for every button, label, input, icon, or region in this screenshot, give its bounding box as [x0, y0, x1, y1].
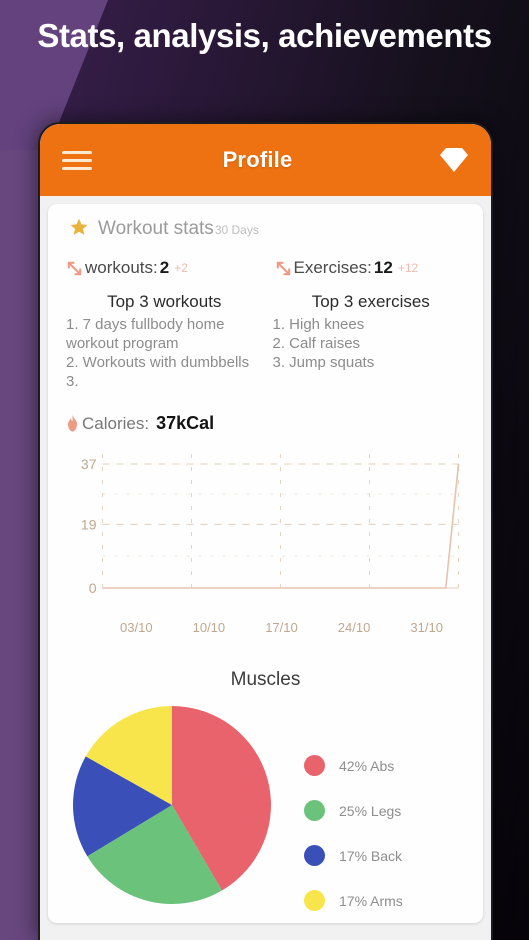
trend-arrow-icon [276, 261, 290, 275]
profile-scroll-body[interactable]: Workout stats 30 Days workouts: 2 +2 Exe… [40, 196, 491, 940]
flame-icon [68, 415, 77, 432]
x-tick-label: 10/10 [192, 620, 226, 636]
metric-workouts-label: workouts: [85, 258, 158, 277]
legend-item-legs: 25% Legs [304, 788, 403, 833]
legend-color-swatch [304, 755, 325, 777]
svg-text:0: 0 [89, 580, 97, 596]
diamond-gem-icon[interactable] [439, 147, 469, 173]
stats-card-header: Workout stats 30 Days [48, 218, 483, 240]
x-tick-label: 24/10 [337, 620, 371, 636]
svg-text:19: 19 [81, 517, 97, 533]
workout-stats-card: Workout stats 30 Days workouts: 2 +2 Exe… [48, 204, 483, 924]
legend-label: 17% Arms [339, 892, 403, 909]
stats-period-label: 30 Days [214, 223, 259, 237]
top-workouts-list: Top 3 workouts 1. 7 days fullbody home w… [66, 292, 273, 391]
metric-exercises-delta: +12 [397, 261, 419, 275]
x-tick-label: 31/10 [410, 620, 443, 636]
muscles-chart-title: Muscles [230, 669, 301, 691]
top-lists-row: Top 3 workouts 1. 7 days fullbody home w… [48, 292, 483, 391]
pie-chart-svg [73, 706, 271, 905]
legend-item-abs: 42% Abs [304, 743, 403, 788]
top-exercises-items: 1. High knees 2. Calf raises 3. Jump squ… [273, 315, 470, 372]
pie-chart-legend: 42% Abs 25% Legs 17% Back 17% Arms [304, 743, 403, 923]
metric-workouts-delta: +2 [174, 261, 188, 275]
promo-headline: Stats, analysis, achievements [37, 17, 492, 54]
legend-color-swatch [304, 845, 325, 867]
page-title: Profile [222, 147, 293, 172]
list-item: 2. Workouts with dumbbells [66, 354, 250, 372]
legend-item-arms: 17% Arms [304, 878, 403, 923]
legend-color-swatch [304, 890, 325, 912]
legend-label: 25% Legs [339, 802, 402, 819]
legend-color-swatch [304, 800, 325, 822]
metrics-row: workouts: 2 +2 Exercises: 12 +12 [48, 258, 483, 278]
top-workouts-heading: Top 3 workouts [107, 292, 222, 311]
legend-item-back: 17% Back [304, 833, 403, 878]
promo-screenshot: Stats, analysis, achievements Profile Wo… [0, 0, 529, 940]
calories-value: 37kCal [156, 413, 215, 434]
legend-label: 17% Back [339, 847, 403, 864]
list-item: 3. [66, 373, 79, 391]
star-icon [70, 218, 88, 235]
calories-line-chart: 0 19 37 03/10 10/10 17/10 24/10 31/10 [48, 450, 483, 635]
top-exercises-list: Top 3 exercises 1. High knees 2. Calf ra… [273, 292, 470, 391]
line-chart-x-axis: 03/10 10/10 17/10 24/10 31/10 [56, 615, 469, 635]
metric-exercises: Exercises: 12 +12 [275, 258, 484, 278]
x-tick-label: 17/10 [265, 620, 298, 636]
metric-workouts-value: 2 [159, 258, 170, 277]
list-item: 3. Jump squats [272, 354, 375, 372]
metric-workouts: workouts: 2 +2 [66, 258, 275, 278]
x-tick-label: 03/10 [120, 620, 153, 636]
metric-exercises-value: 12 [373, 258, 393, 277]
calories-row: Calories: 37kCal [48, 413, 483, 434]
top-exercises-heading: Top 3 exercises [311, 292, 430, 311]
trend-arrow-icon [67, 261, 82, 275]
calories-label: Calories: [82, 413, 150, 433]
metric-exercises-label: Exercises: [293, 258, 372, 277]
list-item: 2. Calf raises [272, 335, 361, 353]
svg-text:37: 37 [81, 456, 97, 472]
phone-mockup: Profile Workout stats 30 Days workouts: … [38, 122, 493, 940]
muscles-pie-section: 42% Abs 25% Legs 17% Back 17% Arms [48, 705, 483, 923]
stats-card-title: Workout stats [98, 218, 214, 239]
top-workouts-items: 1. 7 days fullbody home workout program … [66, 315, 263, 391]
line-chart-svg: 0 19 37 [81, 454, 460, 596]
app-bar: Profile [40, 124, 491, 196]
legend-label: 42% Abs [339, 757, 395, 774]
phone-screen: Profile Workout stats 30 Days workouts: … [40, 124, 491, 940]
list-item: 1. 7 days fullbody home workout program [66, 316, 225, 353]
list-item: 1. High knees [272, 316, 365, 333]
